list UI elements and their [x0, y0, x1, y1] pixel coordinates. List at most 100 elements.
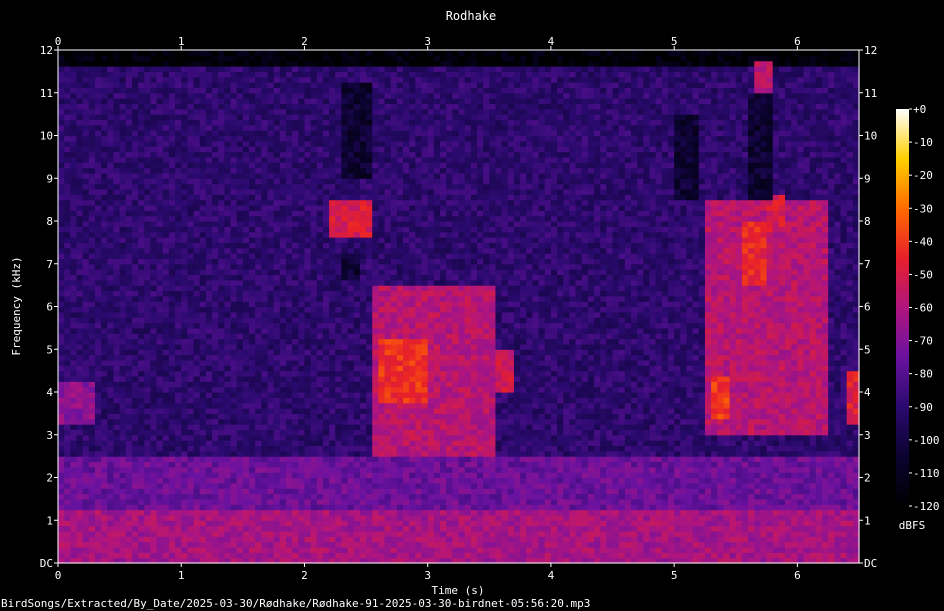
spectrogram-cell [230, 514, 238, 521]
spectrogram-cell [285, 188, 293, 195]
spectrogram-cell [304, 504, 312, 511]
spectrogram-cell [144, 525, 152, 532]
spectrogram-cell [329, 386, 336, 393]
spectrogram-cell [322, 172, 330, 179]
spectrogram-cell [310, 82, 318, 88]
spectrogram-cell [113, 231, 121, 238]
spectrogram-cell [150, 434, 158, 441]
spectrogram-cell [58, 66, 65, 72]
spectrogram-cell [279, 349, 287, 356]
spectrogram-cell [119, 146, 127, 153]
spectrogram-cell [113, 130, 121, 137]
spectrogram-cell [58, 301, 65, 308]
spectrogram-cell [261, 386, 269, 393]
spectrogram-cell [242, 146, 250, 153]
spectrogram-cell [261, 290, 269, 297]
spectrogram-cell [107, 92, 115, 99]
spectrogram-cell [341, 493, 349, 500]
spectrogram-cell [181, 290, 188, 297]
spectrogram-cell [76, 178, 84, 185]
spectrogram-cell [138, 504, 145, 511]
spectrogram-cell [359, 354, 367, 361]
spectrogram-cell [101, 274, 108, 281]
spectrogram-cell [101, 445, 108, 452]
spectrogram-cell [285, 108, 293, 115]
spectrogram-cell [168, 60, 176, 67]
spectrogram-cell [193, 322, 201, 329]
spectrogram-cell [168, 226, 176, 233]
spectrogram-cell [316, 408, 324, 414]
spectrogram-cell [144, 285, 152, 292]
spectrogram-cell [107, 541, 115, 548]
spectrogram-cell [224, 327, 232, 334]
spectrogram-cell [353, 536, 361, 543]
spectrogram-cell [119, 279, 127, 286]
spectrogram-cell [113, 108, 121, 115]
spectrogram-cell [279, 514, 287, 521]
spectrogram-cell [175, 274, 182, 281]
spectrogram-cell [353, 440, 361, 447]
spectrogram-cell [310, 156, 318, 163]
spectrogram-cell [329, 424, 336, 430]
spectrogram-cell [107, 306, 115, 313]
spectrogram-cell [144, 365, 152, 372]
spectrogram-cell [310, 375, 318, 382]
spectrogram-cell [58, 365, 65, 372]
spectrogram-cell [273, 140, 281, 147]
spectrogram-cell [366, 285, 373, 292]
spectrogram-cell [181, 92, 188, 99]
spectrogram-cell [341, 301, 349, 308]
spectrogram-cell [261, 146, 269, 153]
spectrogram-cell [298, 306, 306, 313]
spectrogram-cell [144, 349, 152, 356]
spectrogram-cell [255, 397, 262, 404]
spectrogram-cell [181, 456, 188, 463]
spectrogram-cell [310, 269, 318, 276]
spectrogram-cell [322, 525, 330, 532]
spectrogram-cell [138, 237, 145, 243]
spectrogram-cell [156, 408, 164, 414]
spectrogram-cell [150, 130, 158, 137]
spectrogram-cell [94, 466, 102, 473]
spectrogram-cell [64, 279, 71, 286]
spectrogram-cell [168, 349, 176, 356]
spectrogram-cell [255, 135, 262, 142]
spectrogram-cell [113, 440, 121, 447]
spectrogram-cell [138, 221, 145, 227]
spectrogram-cell [366, 536, 373, 543]
spectrogram-cell [230, 242, 238, 249]
spectrogram-cell [119, 354, 127, 361]
spectrogram-cell [261, 253, 269, 259]
spectrogram-cell [193, 188, 201, 195]
spectrogram-cell [193, 178, 201, 185]
spectrogram-cell [76, 343, 84, 350]
spectrogram-cell [353, 434, 361, 441]
spectrogram-cell [329, 151, 336, 158]
spectrogram-cell [76, 504, 84, 511]
spectrogram-cell [249, 156, 256, 163]
spectrogram-cell [107, 301, 115, 308]
spectrogram-cell [322, 536, 330, 543]
spectrogram-cell [353, 552, 361, 559]
spectrogram-cell [187, 135, 195, 142]
spectrogram-cell [267, 274, 275, 281]
spectrogram-cell [144, 253, 152, 259]
spectrogram-cell [335, 253, 343, 259]
spectrogram-cell [205, 130, 213, 137]
spectrogram-cell [119, 322, 127, 329]
spectrogram-cell [316, 204, 324, 211]
spectrogram-cell [261, 482, 269, 489]
spectrogram-cell [94, 50, 102, 56]
spectrogram-cell [212, 178, 219, 185]
spectrogram-cell [94, 338, 102, 345]
spectrogram-cell [187, 231, 195, 238]
spectrogram-cell [76, 359, 84, 366]
spectrogram-cell [64, 306, 71, 313]
spectrogram-cell [249, 66, 256, 72]
spectrogram-cell [267, 194, 275, 201]
spectrogram-cell [359, 247, 367, 254]
spectrogram-cell [181, 424, 188, 430]
spectrogram-cell [144, 541, 152, 548]
spectrogram-cell [168, 514, 176, 521]
spectrogram-cell [261, 306, 269, 313]
